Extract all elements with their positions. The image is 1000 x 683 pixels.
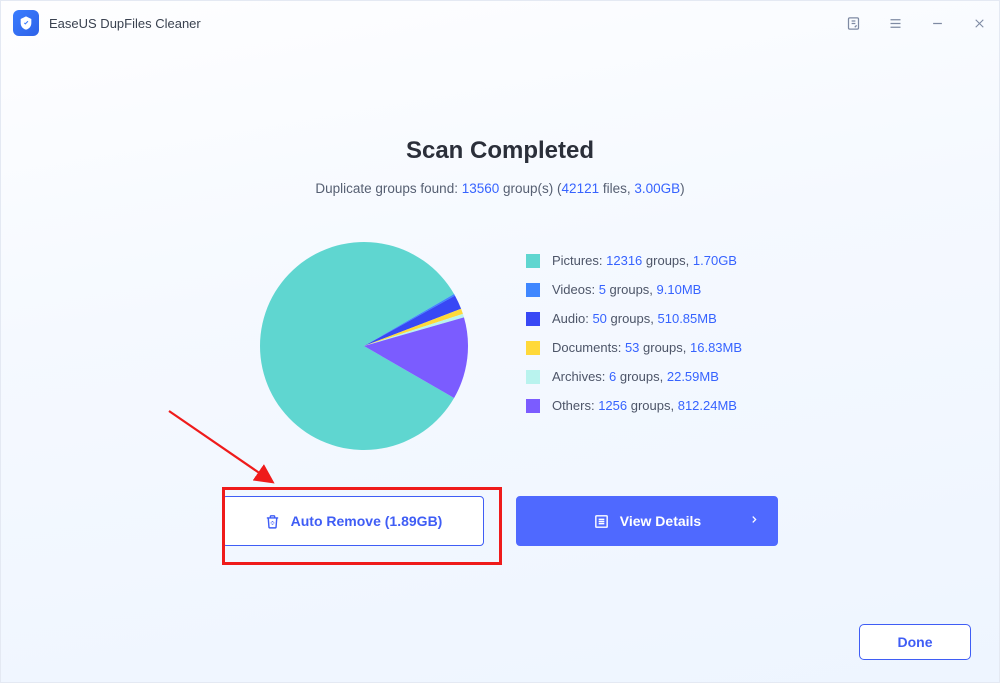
content-row: Pictures: 12316 groups, 1.70GB Videos: 5 … — [1, 240, 999, 452]
summary-tail: ) — [680, 181, 685, 196]
legend-text-others: Others: 1256 groups, 812.24MB — [552, 398, 737, 413]
legend-swatch-videos — [526, 283, 540, 297]
view-details-button[interactable]: View Details — [516, 496, 778, 546]
summary-prefix: Duplicate groups found: — [315, 181, 461, 196]
legend-text-archives: Archives: 6 groups, 22.59MB — [552, 369, 719, 384]
app-title: EaseUS DupFiles Cleaner — [49, 16, 201, 31]
legend-swatch-documents — [526, 341, 540, 355]
legend-swatch-others — [526, 399, 540, 413]
page-title: Scan Completed — [1, 137, 999, 165]
auto-remove-button[interactable]: Auto Remove (1.89GB) — [222, 496, 484, 546]
app-window: EaseUS DupFiles Cleaner Scan Completed D… — [0, 0, 1000, 683]
summary-size: 3.00GB — [634, 181, 680, 196]
summary-files: 42121 — [562, 181, 600, 196]
legend-swatch-pictures — [526, 254, 540, 268]
titlebar: EaseUS DupFiles Cleaner — [1, 1, 999, 45]
legend-text-documents: Documents: 53 groups, 16.83MB — [552, 340, 742, 355]
legend-row-documents: Documents: 53 groups, 16.83MB — [526, 333, 742, 362]
view-details-label: View Details — [620, 513, 701, 529]
done-label: Done — [898, 634, 933, 650]
legend-row-videos: Videos: 5 groups, 9.10MB — [526, 275, 742, 304]
feedback-icon[interactable] — [845, 15, 861, 31]
summary-groups-suffix: group(s) ( — [499, 181, 561, 196]
summary-files-suffix: files, — [599, 181, 634, 196]
legend-swatch-audio — [526, 312, 540, 326]
summary-groups: 13560 — [462, 181, 500, 196]
legend-row-audio: Audio: 50 groups, 510.85MB — [526, 304, 742, 333]
main-content: Scan Completed Duplicate groups found: 1… — [1, 45, 999, 682]
buttons-row: Auto Remove (1.89GB) View Details — [1, 496, 999, 546]
minimize-icon[interactable] — [929, 15, 945, 31]
legend-swatch-archives — [526, 370, 540, 384]
legend-text-audio: Audio: 50 groups, 510.85MB — [552, 311, 717, 326]
trash-icon — [264, 513, 281, 530]
auto-remove-label: Auto Remove (1.89GB) — [291, 513, 443, 529]
done-button[interactable]: Done — [859, 624, 971, 660]
chevron-right-icon — [749, 513, 759, 530]
legend-text-pictures: Pictures: 12316 groups, 1.70GB — [552, 253, 737, 268]
legend-row-others: Others: 1256 groups, 812.24MB — [526, 391, 742, 420]
titlebar-controls — [845, 15, 987, 31]
summary-line: Duplicate groups found: 13560 group(s) (… — [1, 181, 999, 196]
app-logo-icon — [13, 10, 39, 36]
menu-icon[interactable] — [887, 15, 903, 31]
pie-chart — [258, 240, 470, 452]
legend-text-videos: Videos: 5 groups, 9.10MB — [552, 282, 701, 297]
close-icon[interactable] — [971, 15, 987, 31]
legend-row-pictures: Pictures: 12316 groups, 1.70GB — [526, 246, 742, 275]
legend: Pictures: 12316 groups, 1.70GB Videos: 5 … — [526, 240, 742, 420]
list-icon — [593, 513, 610, 530]
legend-row-archives: Archives: 6 groups, 22.59MB — [526, 362, 742, 391]
